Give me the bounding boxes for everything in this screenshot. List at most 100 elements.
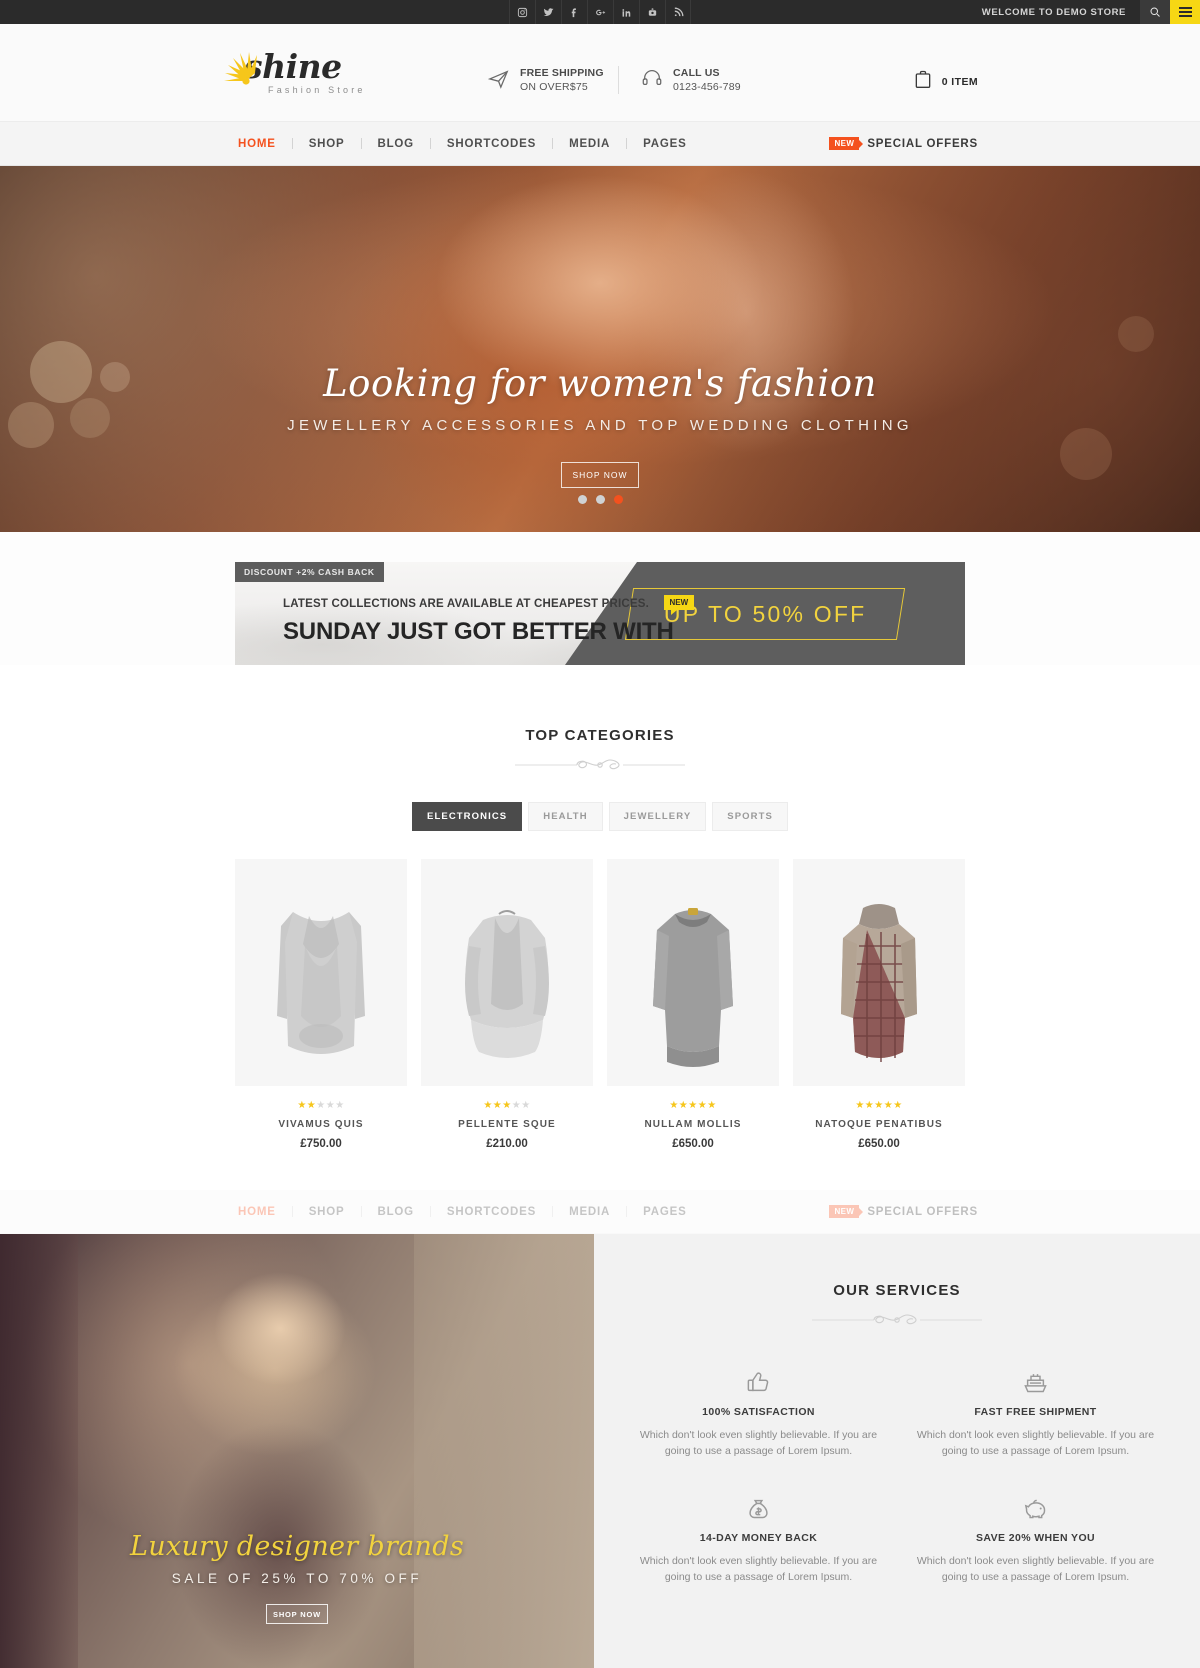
product-name: NULLAM MOLLIS <box>644 1119 742 1130</box>
product-grid: ★★★★★ VIVAMUS QUIS £750.00 ★★★★★ PELLENT… <box>0 859 1200 1150</box>
nav2-item-pages[interactable]: PAGES <box>627 1206 702 1218</box>
call-us-info: CALL US 0123-456-789 <box>618 66 741 94</box>
social-links <box>509 0 691 24</box>
hero-shop-now-button[interactable]: SHOP NOW <box>561 462 639 488</box>
service-title: 100% SATISFACTION <box>702 1406 815 1418</box>
category-tab-jewellery[interactable]: JEWELLERY <box>608 802 707 831</box>
call-us-text: CALL US 0123-456-789 <box>673 66 741 94</box>
free-shipping-text: FREE SHIPPING ON OVER$75 <box>520 66 604 94</box>
product-price: £210.00 <box>486 1138 528 1150</box>
linkedin-icon[interactable] <box>613 0 639 24</box>
free-shipping-line1: FREE SHIPPING <box>520 67 604 79</box>
piggy-bank-icon <box>909 1493 1162 1523</box>
nav2-item-blog[interactable]: BLOG <box>362 1206 430 1218</box>
product-card[interactable]: ★★★★★ VIVAMUS QUIS £750.00 <box>235 859 407 1150</box>
airplane-icon <box>487 67 510 94</box>
nav-item-home[interactable]: HOME <box>222 138 292 150</box>
facebook-icon[interactable] <box>561 0 587 24</box>
hero-dot-3[interactable] <box>613 495 623 504</box>
youtube-icon[interactable] <box>639 0 665 24</box>
logo[interactable]: shine Fashion Store <box>222 50 366 95</box>
nav2-item-shortcodes[interactable]: SHORTCODES <box>431 1206 552 1218</box>
cocoon-cardigan-graphic <box>465 910 549 1058</box>
product-rating: ★★★★★ <box>855 1100 903 1111</box>
nav-item-pages[interactable]: PAGES <box>627 138 702 150</box>
cart-button[interactable]: 0 ITEM <box>913 68 978 95</box>
shopping-bag-icon <box>913 68 933 95</box>
rss-icon[interactable] <box>665 0 691 24</box>
promo-banner-section: DISCOUNT +2% CASH BACK UP TO 50% OFF LAT… <box>0 532 1200 665</box>
bottom-split-section: Luxury designer brands SALE OF 25% TO 70… <box>0 1234 1200 1668</box>
search-button[interactable] <box>1140 0 1170 24</box>
cart-item-count: 0 ITEM <box>941 75 978 88</box>
product-rating: ★★★★★ <box>483 1100 531 1111</box>
product-rating: ★★★★★ <box>297 1100 345 1111</box>
plaid-wrap-cardigan-graphic <box>841 904 917 1062</box>
call-us-line1: CALL US <box>673 67 720 79</box>
product-card[interactable]: ★★★★★ PELLENTE SQUE £210.00 <box>421 859 593 1150</box>
ornamental-divider <box>812 1313 982 1327</box>
google-plus-icon[interactable] <box>587 0 613 24</box>
luxury-promo-subtitle: SALE OF 25% TO 70% OFF <box>171 1571 423 1586</box>
nav-item-shop[interactable]: SHOP <box>293 138 361 150</box>
nav-item-shortcodes[interactable]: SHORTCODES <box>431 138 552 150</box>
service-item-money-back: 14-DAY MONEY BACK Which don't look even … <box>632 1493 885 1585</box>
hero-dot-2[interactable] <box>595 495 605 504</box>
product-price: £650.00 <box>672 1138 714 1150</box>
top-categories-title: TOP CATEGORIES <box>525 727 675 744</box>
product-card[interactable]: ★★★★★ NULLAM MOLLIS £650.00 <box>607 859 779 1150</box>
hero-subtitle: JEWELLERY ACCESSORIES AND TOP WEDDING CL… <box>287 417 913 434</box>
hero-slider: Looking for women's fashion JEWELLERY AC… <box>0 166 1200 532</box>
promo-line-1: LATEST COLLECTIONS ARE AVAILABLE AT CHEA… <box>283 598 650 610</box>
special-offers-link[interactable]: NEW SPECIAL OFFERS <box>829 137 978 150</box>
money-bag-icon <box>632 1493 885 1523</box>
knit-sweater-graphic <box>653 908 733 1067</box>
top-bar-right: WELCOME TO DEMO STORE <box>968 0 1200 24</box>
storefront-page: WELCOME TO DEMO STORE shine Fashion Stor… <box>0 0 1200 1668</box>
menu-toggle-button[interactable] <box>1170 0 1200 24</box>
sunburst-icon <box>222 51 268 95</box>
product-name: NATOQUE PENATIBUS <box>815 1119 943 1130</box>
service-title: FAST FREE SHIPMENT <box>974 1406 1097 1418</box>
hero-dot-1[interactable] <box>577 495 587 504</box>
secondary-navigation: HOME SHOP BLOG SHORTCODES MEDIA PAGES NE… <box>0 1190 1200 1234</box>
nav2-item-shop[interactable]: SHOP <box>293 1206 361 1218</box>
new-badge: NEW <box>829 137 860 150</box>
product-name: VIVAMUS QUIS <box>278 1119 364 1130</box>
service-description: Which don't look even slightly believabl… <box>639 1429 878 1457</box>
promo-banner[interactable]: DISCOUNT +2% CASH BACK UP TO 50% OFF LAT… <box>235 562 965 665</box>
special-offers-label: SPECIAL OFFERS <box>867 1205 978 1218</box>
promo-new-badge: NEW <box>663 595 695 615</box>
service-description: Which don't look even slightly believabl… <box>916 1429 1155 1457</box>
nav2-item-media[interactable]: MEDIA <box>553 1206 626 1218</box>
thumbs-up-icon <box>632 1367 885 1397</box>
service-description: Which don't look even slightly believabl… <box>916 1555 1155 1583</box>
ship-icon <box>909 1367 1162 1397</box>
category-tab-sports[interactable]: SPORTS <box>712 802 788 831</box>
promo-text-block: LATEST COLLECTIONS ARE AVAILABLE AT CHEA… <box>283 594 695 646</box>
service-item-satisfaction: 100% SATISFACTION Which don't look even … <box>632 1367 885 1459</box>
product-card[interactable]: ★★★★★ NATOQUE PENATIBUS £650.00 <box>793 859 965 1150</box>
logo-subtitle: Fashion Store <box>268 85 366 95</box>
product-meta: ★★★★★ NATOQUE PENATIBUS £650.00 <box>793 1086 965 1150</box>
hero-title: Looking for women's fashion <box>323 362 877 405</box>
hamburger-icon <box>1178 5 1192 19</box>
top-bar: WELCOME TO DEMO STORE <box>0 0 1200 24</box>
twitter-icon[interactable] <box>535 0 561 24</box>
luxury-promo-shop-now-button[interactable]: SHOP NOW <box>266 1604 328 1624</box>
product-image <box>421 859 593 1086</box>
instagram-icon[interactable] <box>509 0 535 24</box>
nav2-item-home[interactable]: HOME <box>222 1206 292 1218</box>
special-offers-link-secondary[interactable]: NEW SPECIAL OFFERS <box>829 1205 978 1218</box>
category-tab-health[interactable]: HEALTH <box>528 802 603 831</box>
special-offers-label: SPECIAL OFFERS <box>867 137 978 150</box>
cardigan-open-graphic <box>277 912 365 1054</box>
welcome-message: WELCOME TO DEMO STORE <box>981 6 1126 18</box>
product-rating: ★★★★★ <box>669 1100 717 1111</box>
nav-item-media[interactable]: MEDIA <box>553 138 626 150</box>
product-price: £750.00 <box>300 1138 342 1150</box>
luxury-brands-promo[interactable]: Luxury designer brands SALE OF 25% TO 70… <box>0 1234 594 1668</box>
category-tab-electronics[interactable]: ELECTRONICS <box>412 802 523 831</box>
product-meta: ★★★★★ PELLENTE SQUE £210.00 <box>421 1086 593 1150</box>
nav-item-blog[interactable]: BLOG <box>362 138 430 150</box>
